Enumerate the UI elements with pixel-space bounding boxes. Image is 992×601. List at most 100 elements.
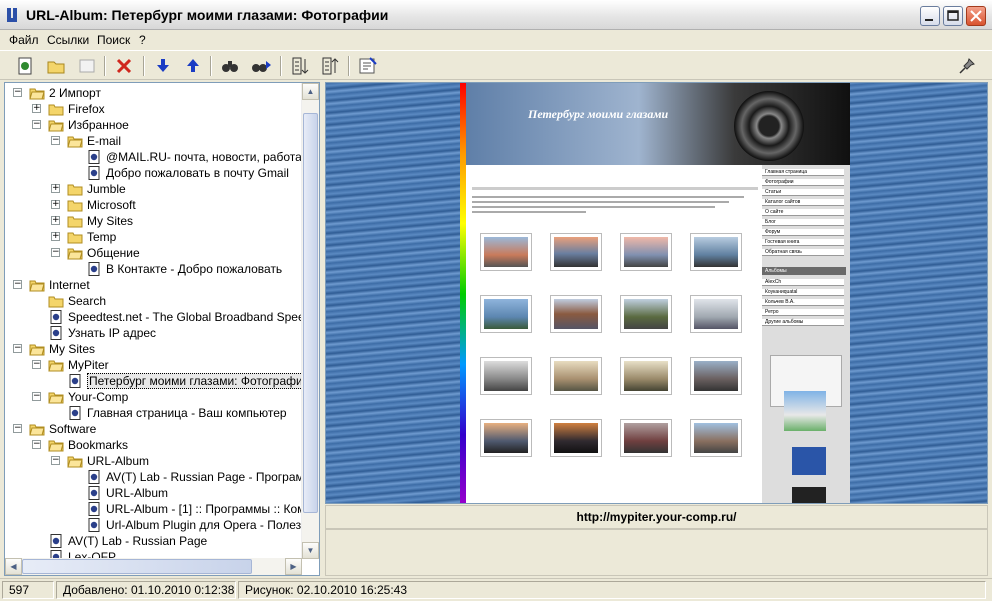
- tree-item-label[interactable]: Internet: [49, 278, 90, 292]
- bookmark-tree[interactable]: −2 Импорт + Firefox − Избранное − E-mail @MAIL.…: [4, 82, 320, 576]
- menu-links[interactable]: Ссылки: [47, 33, 89, 47]
- collapse-icon[interactable]: −: [13, 344, 22, 353]
- collapse-icon[interactable]: −: [51, 136, 60, 145]
- pin-icon[interactable]: [956, 55, 978, 77]
- tree-item-label[interactable]: AV(T) Lab - Russian Page - Программы: [106, 470, 319, 484]
- status-count: 597: [2, 581, 54, 599]
- horizontal-scroll-thumb[interactable]: [22, 559, 252, 574]
- menu-file[interactable]: Файл: [9, 33, 39, 47]
- tree-item-label[interactable]: Добро пожаловать в почту Gmail: [106, 166, 289, 180]
- site-nav-link: Главная страница: [762, 169, 844, 176]
- tree-item-label[interactable]: Firefox: [68, 102, 105, 116]
- tree-item-label[interactable]: В Контакте - Добро пожаловать: [106, 262, 282, 276]
- scroll-thumb[interactable]: [303, 113, 318, 513]
- settings-icon[interactable]: [357, 55, 379, 77]
- toolbar: [0, 50, 992, 80]
- site-photo-thumbnail: [550, 295, 602, 333]
- close-button[interactable]: [966, 6, 986, 26]
- sort-reverse-icon[interactable]: [319, 55, 341, 77]
- scroll-right-button[interactable]: ▶: [285, 558, 302, 575]
- notes-area[interactable]: [325, 529, 988, 576]
- app-icon: [7, 8, 17, 22]
- expand-icon[interactable]: +: [32, 104, 41, 113]
- tree-item-label[interactable]: Temp: [87, 230, 116, 244]
- expand-icon[interactable]: +: [51, 232, 60, 241]
- minimize-button[interactable]: [920, 6, 940, 26]
- collapse-icon[interactable]: −: [32, 392, 41, 401]
- web-page-icon: [48, 534, 64, 548]
- collapse-icon[interactable]: −: [32, 360, 41, 369]
- site-album-link: Ретро: [762, 309, 844, 316]
- tree-item-label[interactable]: Главная страница - Ваш компьютер: [87, 406, 287, 420]
- move-up-icon[interactable]: [182, 55, 204, 77]
- collapse-icon[interactable]: −: [51, 456, 60, 465]
- tree-item-label[interactable]: Search: [68, 294, 106, 308]
- collapse-icon[interactable]: −: [13, 88, 22, 97]
- delete-icon[interactable]: [113, 55, 135, 77]
- site-album-link: Другие альбомы: [762, 319, 844, 326]
- sort-icon[interactable]: [289, 55, 311, 77]
- tree-item-label[interactable]: Узнать IP адрес: [68, 326, 156, 340]
- site-nav-link: О сайте: [762, 209, 844, 216]
- tree-item-label[interactable]: Microsoft: [87, 198, 136, 212]
- properties-icon[interactable]: [76, 55, 98, 77]
- expand-icon[interactable]: +: [51, 184, 60, 193]
- tree-vertical-scrollbar[interactable]: ▲ ▼: [301, 83, 319, 559]
- collapse-icon[interactable]: −: [32, 440, 41, 449]
- menu-help[interactable]: ?: [139, 33, 146, 47]
- tree-item-label[interactable]: Петербург моими глазами: Фотографии: [87, 373, 312, 389]
- minimize-icon: [925, 19, 933, 21]
- folder-open-icon: [29, 278, 45, 292]
- scroll-down-button[interactable]: ▼: [302, 542, 319, 559]
- site-album-link: Коуканиquatal: [762, 289, 844, 296]
- site-albums-heading: Альбомы: [762, 267, 846, 275]
- tree-horizontal-scrollbar[interactable]: ◀ ▶: [5, 558, 302, 575]
- tree-item-label[interactable]: Jumble: [87, 182, 126, 196]
- tree-item-label[interactable]: Общение: [87, 246, 140, 260]
- web-page-icon: [86, 518, 102, 532]
- tree-item-label[interactable]: @MAIL.RU- почта, новости, работа, ра: [106, 150, 319, 164]
- collapse-icon[interactable]: −: [13, 280, 22, 289]
- tree-item-label[interactable]: URL-Album: [87, 454, 149, 468]
- tree-item-label[interactable]: Your-Comp: [68, 390, 128, 404]
- web-page-icon: [67, 374, 83, 388]
- menu-search[interactable]: Поиск: [97, 33, 130, 47]
- tree-item-label[interactable]: My Sites: [49, 342, 95, 356]
- folder-open-icon: [29, 422, 45, 436]
- move-down-icon[interactable]: [152, 55, 174, 77]
- site-photo-thumbnail: [620, 357, 672, 395]
- site-photo-thumbnail: [480, 233, 532, 271]
- status-bar: 597 Добавлено: 01.10.2010 0:12:38 Рисуно…: [0, 578, 992, 601]
- collapse-icon[interactable]: −: [32, 120, 41, 129]
- tree-item-label[interactable]: URL-Album - [1] :: Программы :: Компь: [106, 502, 318, 516]
- collapse-icon[interactable]: −: [13, 424, 22, 433]
- tree-item-label[interactable]: Bookmarks: [68, 438, 128, 452]
- folder-open-icon: [67, 454, 83, 468]
- find-next-icon[interactable]: [250, 55, 272, 77]
- web-page-icon: [86, 262, 102, 276]
- scroll-up-button[interactable]: ▲: [302, 83, 319, 100]
- new-link-icon[interactable]: [14, 55, 36, 77]
- new-folder-icon[interactable]: [45, 55, 67, 77]
- maximize-button[interactable]: [943, 6, 963, 26]
- tree-item-label[interactable]: E-mail: [87, 134, 121, 148]
- expand-icon[interactable]: +: [51, 200, 60, 209]
- folder-icon: [67, 198, 83, 212]
- tree-item-label[interactable]: URL-Album: [106, 486, 168, 500]
- scroll-left-button[interactable]: ◀: [5, 558, 22, 575]
- tree-item-label[interactable]: My Sites: [87, 214, 133, 228]
- tree-item-label[interactable]: 2 Импорт: [49, 86, 101, 100]
- collapse-icon[interactable]: −: [51, 248, 60, 257]
- site-friends-banner: [792, 447, 826, 475]
- tree-item-label[interactable]: AV(T) Lab - Russian Page: [68, 534, 207, 548]
- web-page-icon: [86, 502, 102, 516]
- tree-item-label[interactable]: MyPiter: [68, 358, 109, 372]
- find-icon[interactable]: [219, 55, 241, 77]
- tree-item-label[interactable]: Избранное: [68, 118, 129, 132]
- site-photo-thumbnail: [480, 357, 532, 395]
- expand-icon[interactable]: +: [51, 216, 60, 225]
- tree-item-label[interactable]: Url-Album Plugin для Opera - Полезные: [106, 518, 319, 532]
- folder-icon: [67, 214, 83, 228]
- tree-item-label[interactable]: Software: [49, 422, 96, 436]
- tree-item-label[interactable]: Speedtest.net - The Global Broadband Spe…: [68, 310, 319, 324]
